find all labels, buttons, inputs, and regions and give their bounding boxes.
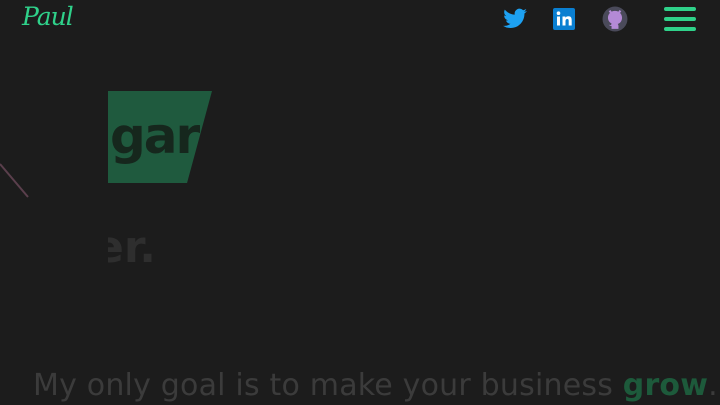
linkedin-icon [553,8,575,30]
hamburger-menu-icon[interactable] [664,6,696,34]
site-logo[interactable]: Paul [22,2,74,31]
menu-bar [664,7,696,11]
twitter-link[interactable] [502,6,528,32]
linkedin-link[interactable] [552,7,578,33]
hero-highlight-text: gar [110,107,200,165]
hero-highlight-box: gar [108,91,212,183]
menu-bar [664,17,696,21]
github-icon [602,6,628,32]
decorative-line [0,163,29,198]
tagline-accent-word: grow [622,368,709,403]
tagline: My only goal is to make your business gr… [33,368,718,403]
hero-subtitle-text: er. [108,222,156,273]
twitter-icon [503,8,527,28]
menu-bar [664,27,696,31]
tagline-text: My only goal is to make your business [33,368,623,403]
tagline-end: . [708,368,718,403]
hero-subtitle: er. [108,222,168,282]
github-link[interactable] [602,6,628,32]
